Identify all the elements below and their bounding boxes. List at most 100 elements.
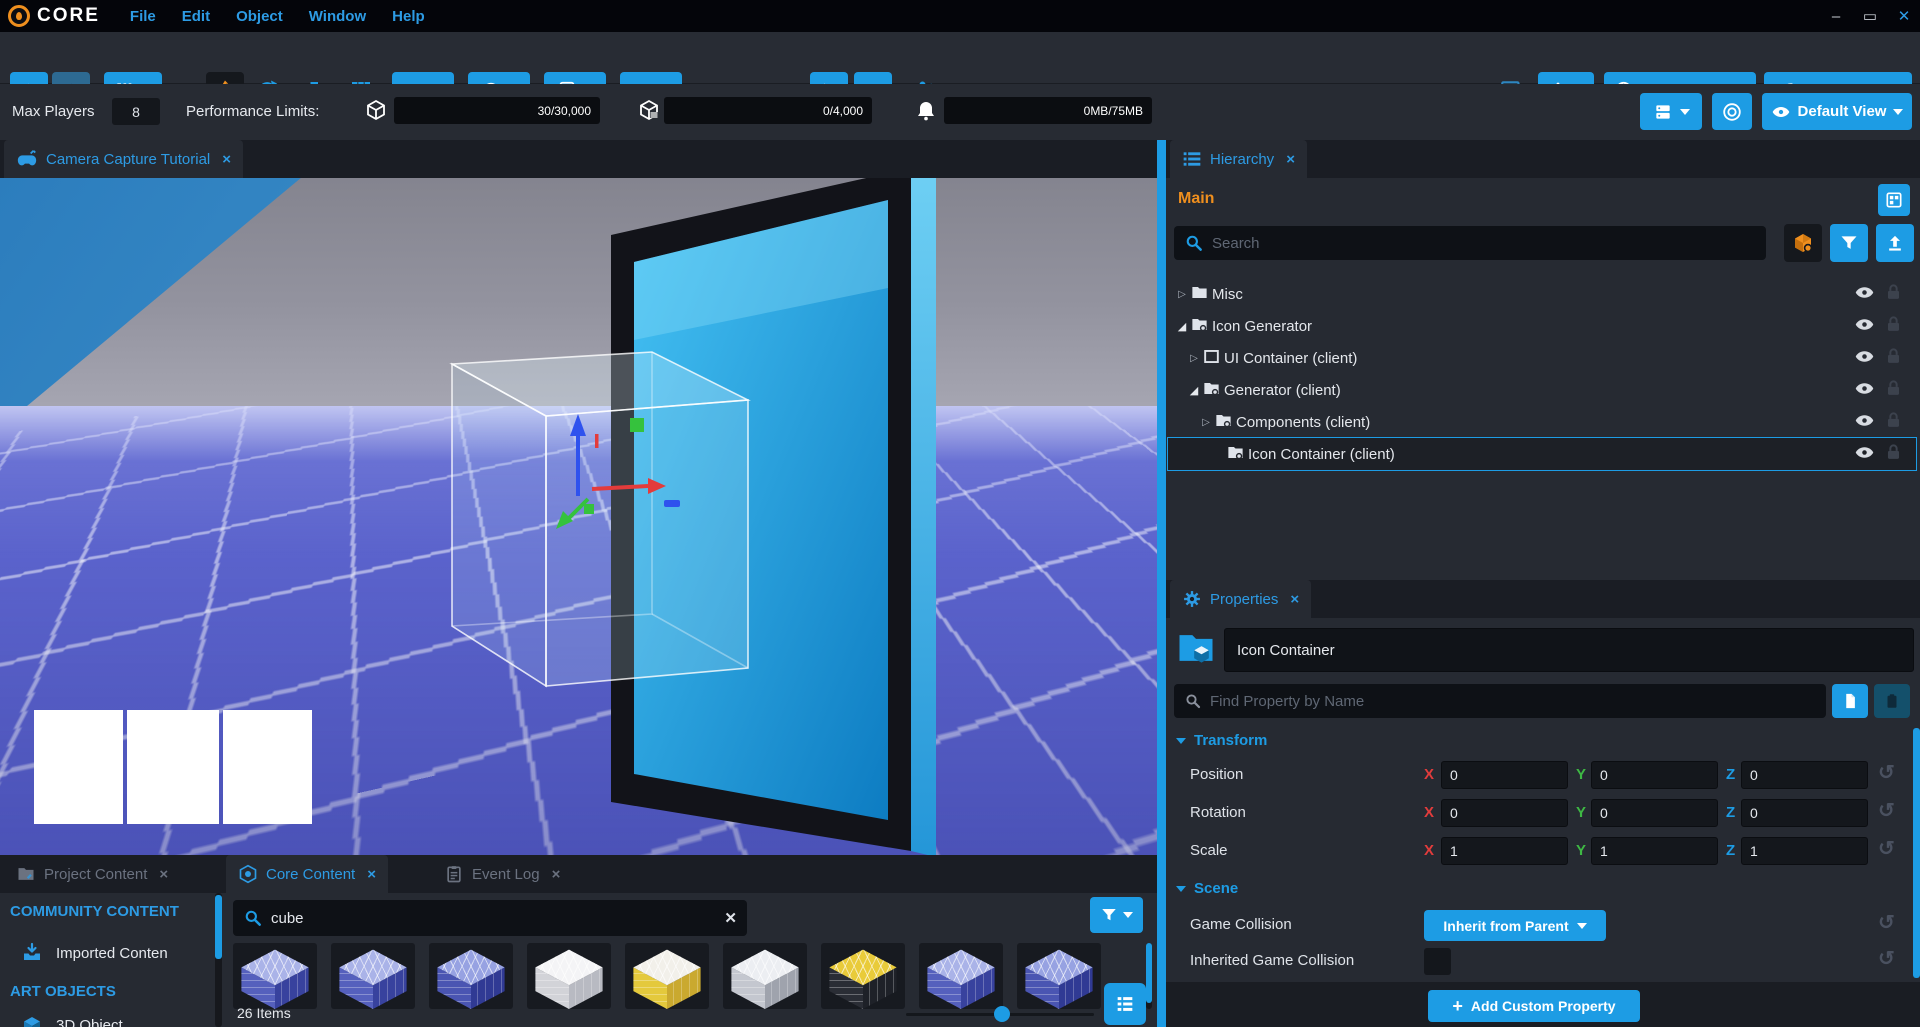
content-filter-button[interactable] (1090, 897, 1143, 933)
asset-thumbnail-cube[interactable] (919, 943, 1003, 1009)
asset-thumbnail-cube[interactable] (429, 943, 513, 1009)
scale-y-input[interactable] (1591, 837, 1718, 865)
reset-position-button[interactable]: ↺ (1878, 760, 1895, 785)
sidebar-scrollbar[interactable] (215, 893, 222, 1027)
tree-row-ui-container[interactable]: ▷ UI Container (client) (1168, 342, 1916, 374)
view-mode-button[interactable] (1104, 983, 1146, 1025)
menu-window[interactable]: Window (309, 8, 366, 25)
expand-icon[interactable]: ▷ (1186, 353, 1202, 364)
close-icon[interactable]: ✕ (1894, 7, 1914, 25)
lock-icon[interactable] (1884, 315, 1908, 338)
asset-thumbnail-cube[interactable] (527, 943, 611, 1009)
gizmo-plane-handle[interactable] (630, 418, 644, 432)
find-property-input[interactable] (1210, 693, 1816, 710)
expand-icon[interactable]: ▷ (1174, 289, 1190, 300)
menu-help[interactable]: Help (392, 8, 425, 25)
tab-core-content[interactable]: Core Content × (226, 855, 388, 893)
scale-x-input[interactable] (1441, 837, 1568, 865)
close-icon[interactable]: × (552, 866, 561, 883)
default-view-dropdown[interactable]: Default View (1762, 93, 1912, 130)
position-x-input[interactable] (1441, 761, 1568, 789)
rotation-x-input[interactable] (1441, 799, 1568, 827)
asset-grid-scrollbar[interactable] (1146, 943, 1152, 1009)
asset-thumbnail-cube[interactable] (625, 943, 709, 1009)
close-icon[interactable]: × (1290, 591, 1299, 608)
position-z-input[interactable] (1741, 761, 1868, 789)
tree-row-components[interactable]: ▷ Components (client) (1168, 406, 1916, 438)
visibility-eye-icon[interactable] (1854, 346, 1878, 371)
close-icon[interactable]: × (159, 866, 168, 883)
tab-hierarchy[interactable]: Hierarchy × (1170, 140, 1307, 178)
tab-event-log[interactable]: Event Log × (432, 855, 572, 893)
expand-icon[interactable]: ▷ (1198, 417, 1214, 428)
asset-thumbnail-cube[interactable] (1017, 943, 1101, 1009)
art-objects-header[interactable]: ART OBJECTS (10, 983, 116, 1000)
tab-project-content[interactable]: Project Content × (4, 855, 180, 893)
thumbnail-size-slider[interactable] (906, 1013, 1094, 1016)
hierarchy-search-input[interactable] (1212, 235, 1756, 252)
max-players-field[interactable]: 8 (112, 98, 160, 125)
visibility-eye-icon[interactable] (1854, 442, 1878, 467)
reset-rotation-button[interactable]: ↺ (1878, 798, 1895, 823)
viewport-3d[interactable] (0, 178, 1157, 855)
content-search[interactable]: ✕ (233, 900, 747, 936)
tree-row-generator[interactable]: ◢ Generator (client) (1168, 374, 1916, 406)
visibility-eye-icon[interactable] (1854, 378, 1878, 403)
clear-search-icon[interactable]: ✕ (724, 909, 737, 927)
collapse-icon[interactable]: ◢ (1186, 384, 1202, 397)
visibility-eye-icon[interactable] (1854, 314, 1878, 339)
asset-thumbnail-cube[interactable] (331, 943, 415, 1009)
reset-game-collision-button[interactable]: ↺ (1878, 910, 1895, 935)
rotation-z-input[interactable] (1741, 799, 1868, 827)
slider-thumb[interactable] (994, 1006, 1010, 1022)
sidebar-item-imported-content[interactable]: Imported Conten (56, 945, 168, 962)
scene-template-button[interactable] (1878, 184, 1910, 216)
menu-edit[interactable]: Edit (182, 8, 210, 25)
find-property-search[interactable] (1174, 684, 1826, 718)
tree-row-icon-generator[interactable]: ◢ Icon Generator (1168, 310, 1916, 342)
hierarchy-search[interactable] (1174, 226, 1766, 260)
save-options-dropdown[interactable] (1640, 93, 1702, 130)
tab-camera-capture-tutorial[interactable]: Camera Capture Tutorial × (4, 140, 243, 178)
inherited-game-collision-field[interactable] (1424, 948, 1451, 975)
sidebar-item-3d-object[interactable]: 3D Object (56, 1017, 123, 1027)
performance-target-button[interactable] (1712, 93, 1752, 130)
selected-cube[interactable] (452, 352, 748, 686)
visibility-eye-icon[interactable] (1854, 410, 1878, 435)
menu-file[interactable]: File (130, 8, 156, 25)
scene-name[interactable]: Main (1178, 190, 1214, 208)
menu-object[interactable]: Object (236, 8, 283, 25)
properties-scrollbar[interactable] (1913, 728, 1920, 978)
lock-icon[interactable] (1884, 347, 1908, 370)
asset-thumbnail-cube[interactable] (723, 943, 807, 1009)
copy-properties-button[interactable] (1832, 684, 1868, 718)
asset-thumbnail-cube[interactable] (233, 943, 317, 1009)
scene-section-header[interactable]: Scene (1176, 880, 1238, 897)
add-custom-property-button[interactable]: + Add Custom Property (1428, 990, 1640, 1022)
content-search-input[interactable] (271, 910, 716, 927)
paste-properties-button[interactable] (1874, 684, 1910, 718)
scale-z-input[interactable] (1741, 837, 1868, 865)
close-icon[interactable]: × (1286, 151, 1295, 168)
visibility-eye-icon[interactable] (1854, 282, 1878, 307)
object-name-input[interactable] (1224, 628, 1914, 672)
reset-inherited-collision-button[interactable]: ↺ (1878, 946, 1895, 971)
game-collision-dropdown[interactable]: Inherit from Parent (1424, 910, 1606, 941)
close-icon[interactable]: × (367, 866, 376, 883)
export-button[interactable] (1876, 224, 1914, 262)
lock-icon[interactable] (1884, 411, 1908, 434)
rotation-y-input[interactable] (1591, 799, 1718, 827)
asset-thumbnail-cube[interactable] (821, 943, 905, 1009)
minimize-icon[interactable]: – (1826, 8, 1846, 25)
tree-row-icon-container-selected[interactable]: Icon Container (client) (1168, 438, 1916, 470)
template-filter-toggle[interactable] (1784, 224, 1822, 262)
position-y-input[interactable] (1591, 761, 1718, 789)
tab-properties[interactable]: Properties × (1170, 580, 1311, 618)
collapse-icon[interactable]: ◢ (1174, 320, 1190, 333)
hierarchy-filter-button[interactable] (1830, 224, 1868, 262)
lock-icon[interactable] (1884, 283, 1908, 306)
close-icon[interactable]: × (222, 151, 231, 168)
community-content-header[interactable]: COMMUNITY CONTENT (10, 903, 179, 920)
tree-row-misc[interactable]: ▷ Misc (1168, 278, 1916, 310)
transform-section-header[interactable]: Transform (1176, 732, 1267, 749)
